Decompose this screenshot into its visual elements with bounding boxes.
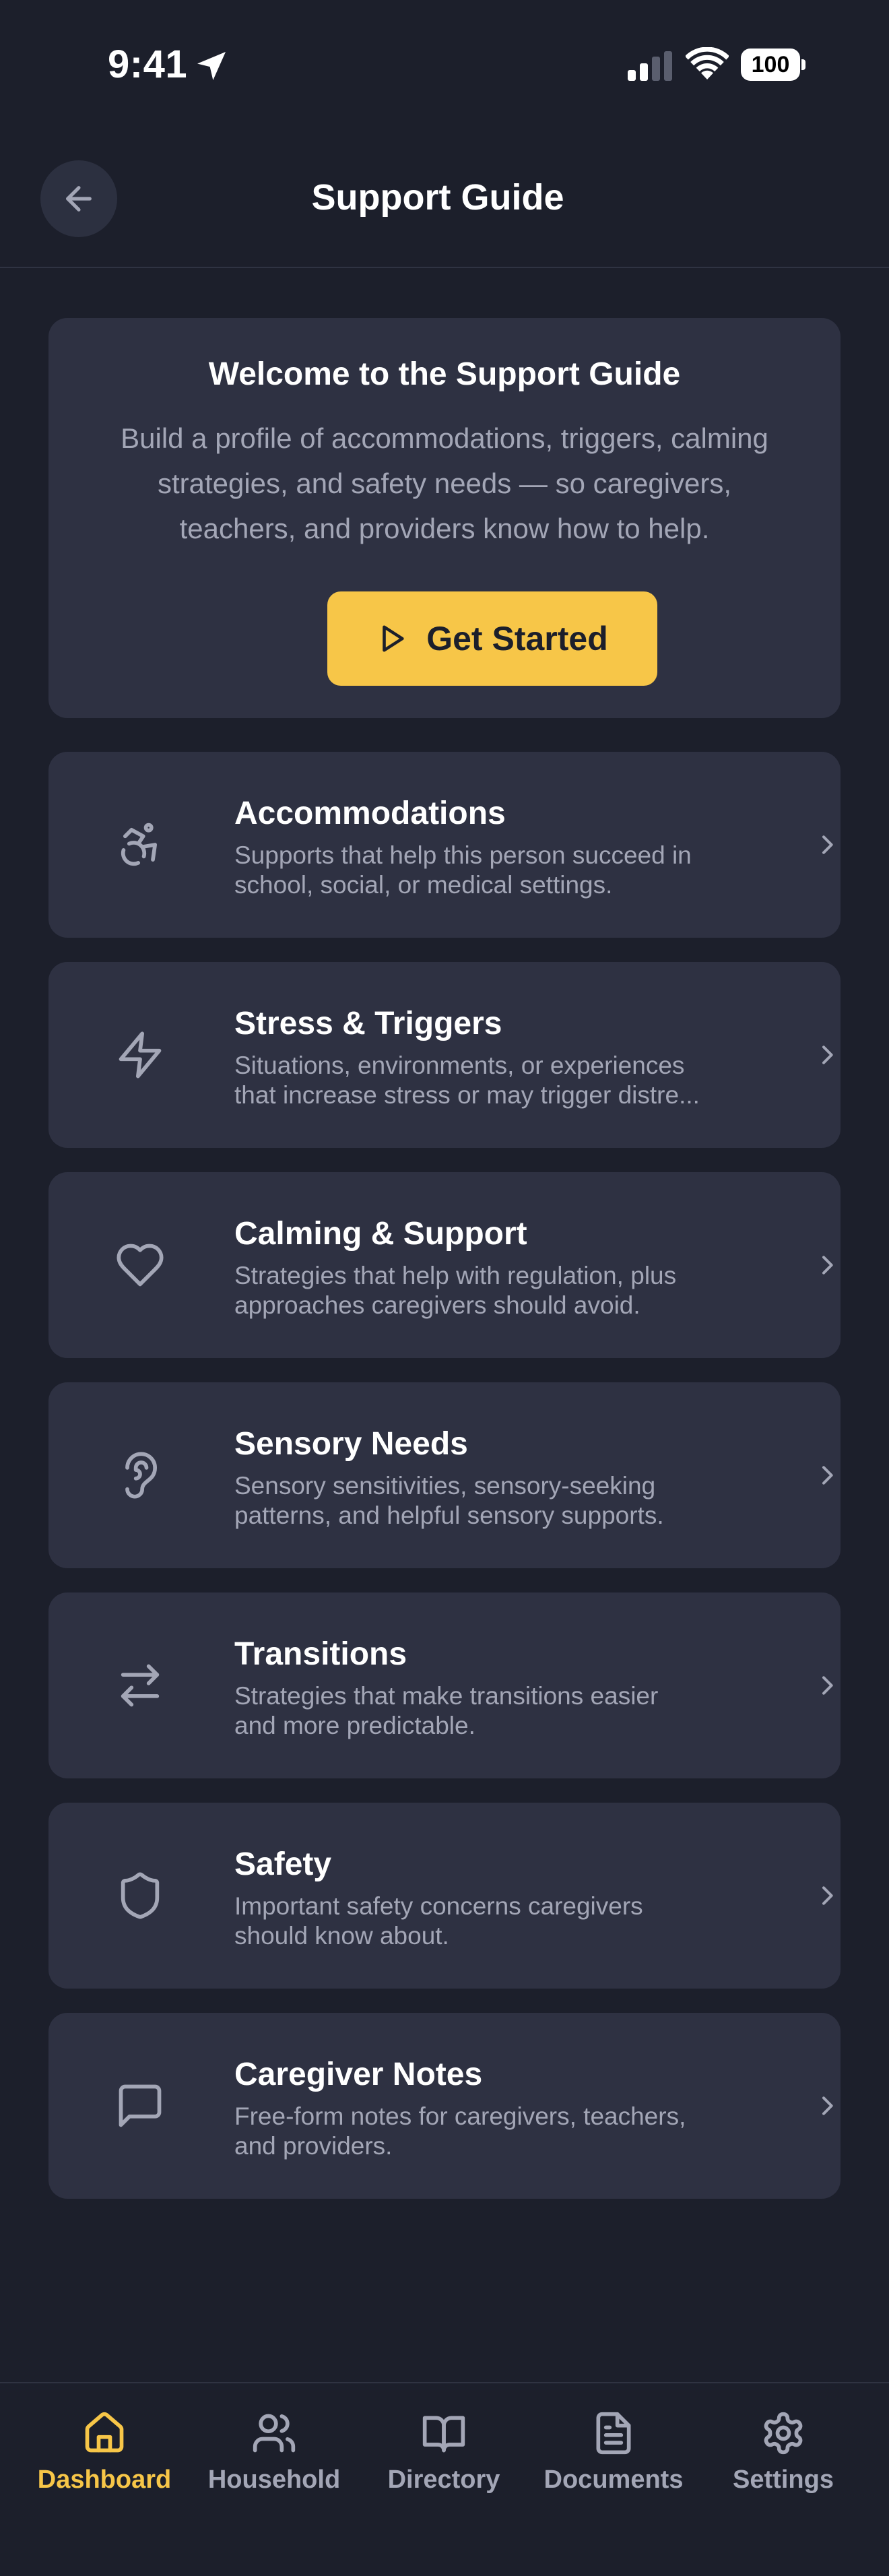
users-icon bbox=[253, 2414, 296, 2453]
section-description: Free-form notes for caregivers, teachers… bbox=[234, 2102, 773, 2161]
section-title: Stress & Triggers bbox=[234, 1006, 502, 1041]
arrows-swap-icon bbox=[121, 1664, 160, 1707]
home-icon bbox=[85, 2412, 124, 2453]
section-description-line: Free-form notes for caregivers, teachers… bbox=[234, 2102, 686, 2130]
welcome-description: Build a profile of accommodations, trigg… bbox=[108, 416, 781, 551]
chevron-right-icon bbox=[822, 1886, 833, 1905]
chevron-right-icon bbox=[822, 1676, 833, 1695]
section-description: Supports that help this person succeed i… bbox=[234, 841, 773, 900]
chevron-right-icon bbox=[822, 1256, 833, 1275]
section-title: Calming & Support bbox=[234, 1216, 527, 1252]
section-description-line: Strategies that make transitions easier bbox=[234, 1682, 659, 1710]
section-description: Strategies that help with regulation, pl… bbox=[234, 1261, 773, 1320]
tab-directory[interactable]: Directory bbox=[360, 2410, 528, 2518]
section-card-calming-support[interactable]: Calming & Support Strategies that help w… bbox=[48, 1172, 841, 1358]
message-square-icon bbox=[119, 2084, 162, 2127]
section-title: Transitions bbox=[234, 1636, 407, 1672]
section-description: Important safety concerns caregivers sho… bbox=[234, 1892, 773, 1951]
section-card-transitions[interactable]: Transitions Strategies that make transit… bbox=[48, 1592, 841, 1778]
chevron-right-icon bbox=[822, 1466, 833, 1485]
status-bar: 9:41 100 bbox=[0, 0, 889, 128]
section-description-line: Sensory sensitivities, sensory-seeking bbox=[234, 1472, 656, 1500]
section-description-line: Strategies that help with regulation, pl… bbox=[234, 1262, 677, 1289]
section-card-stress-triggers[interactable]: Stress & Triggers Situations, environmen… bbox=[48, 962, 841, 1148]
tab-documents[interactable]: Documents bbox=[529, 2410, 698, 2518]
section-card-accommodations[interactable]: Accommodations Supports that help this p… bbox=[48, 752, 841, 938]
welcome-description-line: strategies, and safety needs — so caregi… bbox=[157, 468, 732, 499]
location-arrow-icon bbox=[197, 52, 226, 80]
play-icon bbox=[383, 625, 404, 652]
welcome-description-line: Build a profile of accommodations, trigg… bbox=[121, 422, 768, 454]
navigation-header: Support Guide bbox=[0, 128, 889, 268]
cellular-signal-icon bbox=[628, 51, 672, 81]
section-card-safety[interactable]: Safety Important safety concerns caregiv… bbox=[48, 1803, 841, 1989]
tab-dashboard[interactable]: Dashboard bbox=[20, 2410, 189, 2518]
section-description-line: approaches caregivers should avoid. bbox=[234, 1291, 640, 1319]
section-card-caregiver-notes[interactable]: Caregiver Notes Free-form notes for care… bbox=[48, 2013, 841, 2199]
section-description-line: that increase stress or may trigger dist… bbox=[234, 1081, 700, 1109]
chevron-right-icon bbox=[822, 2096, 833, 2115]
tab-household[interactable]: Household bbox=[190, 2410, 358, 2518]
welcome-card: Welcome to the Support Guide Build a pro… bbox=[48, 318, 841, 718]
page-title: Support Guide bbox=[311, 177, 564, 218]
section-description-line: should know about. bbox=[234, 1922, 449, 1950]
tab-label: Household bbox=[207, 2466, 341, 2494]
shield-icon bbox=[121, 1872, 160, 1919]
section-card-sensory-needs[interactable]: Sensory Needs Sensory sensitivities, sen… bbox=[48, 1382, 841, 1568]
section-description-line: patterns, and helpful sensory supports. bbox=[234, 1502, 664, 1529]
section-description-line: Situations, environments, or experiences bbox=[234, 1052, 685, 1079]
gear-icon bbox=[764, 2412, 803, 2455]
battery-indicator: 100 bbox=[741, 49, 805, 81]
section-description-line: school, social, or medical settings. bbox=[234, 871, 613, 899]
support-guide-screen: 9:41 100 Support Guide Welcome to the Su… bbox=[0, 0, 889, 2576]
ear-icon bbox=[125, 1452, 158, 1499]
section-description-line: and more predictable. bbox=[234, 1712, 475, 1739]
welcome-description-line: teachers, and providers know how to help… bbox=[179, 513, 710, 544]
section-description: Situations, environments, or experiences… bbox=[234, 1051, 773, 1110]
section-title: Caregiver Notes bbox=[234, 2057, 483, 2092]
section-title: Accommodations bbox=[234, 796, 506, 831]
book-open-icon bbox=[422, 2416, 465, 2453]
accessibility-icon bbox=[121, 823, 158, 866]
tab-label: Settings bbox=[733, 2466, 834, 2494]
tab-label: Directory bbox=[387, 2466, 500, 2494]
section-description-line: Supports that help this person succeed i… bbox=[234, 841, 692, 869]
chevron-right-icon bbox=[822, 835, 833, 854]
section-description-line: and providers. bbox=[234, 2132, 393, 2160]
tab-label: Dashboard bbox=[37, 2466, 172, 2494]
section-title: Sensory Needs bbox=[234, 1426, 468, 1462]
section-description-line: Important safety concerns caregivers bbox=[234, 1892, 643, 1920]
status-time: 9:41 bbox=[108, 42, 188, 86]
wifi-icon bbox=[686, 47, 729, 79]
get-started-label: Get Started bbox=[426, 620, 608, 657]
tab-settings[interactable]: Settings bbox=[699, 2410, 867, 2518]
heart-icon bbox=[117, 1244, 164, 1287]
chevron-right-icon bbox=[822, 1045, 833, 1064]
lightning-icon bbox=[119, 1031, 162, 1078]
bottom-tab-bar: Dashboard Household Directory Documents … bbox=[0, 2382, 889, 2576]
tab-label: Documents bbox=[544, 2466, 684, 2494]
battery-level: 100 bbox=[741, 49, 800, 81]
file-text-icon bbox=[596, 2412, 631, 2455]
section-description: Strategies that make transitions easier … bbox=[234, 1681, 773, 1741]
battery-cap bbox=[801, 59, 805, 70]
welcome-title: Welcome to the Support Guide bbox=[208, 356, 681, 392]
section-description: Sensory sensitivities, sensory-seeking p… bbox=[234, 1471, 773, 1531]
section-title: Safety bbox=[234, 1846, 332, 1882]
get-started-button[interactable]: Get Started bbox=[327, 591, 657, 686]
